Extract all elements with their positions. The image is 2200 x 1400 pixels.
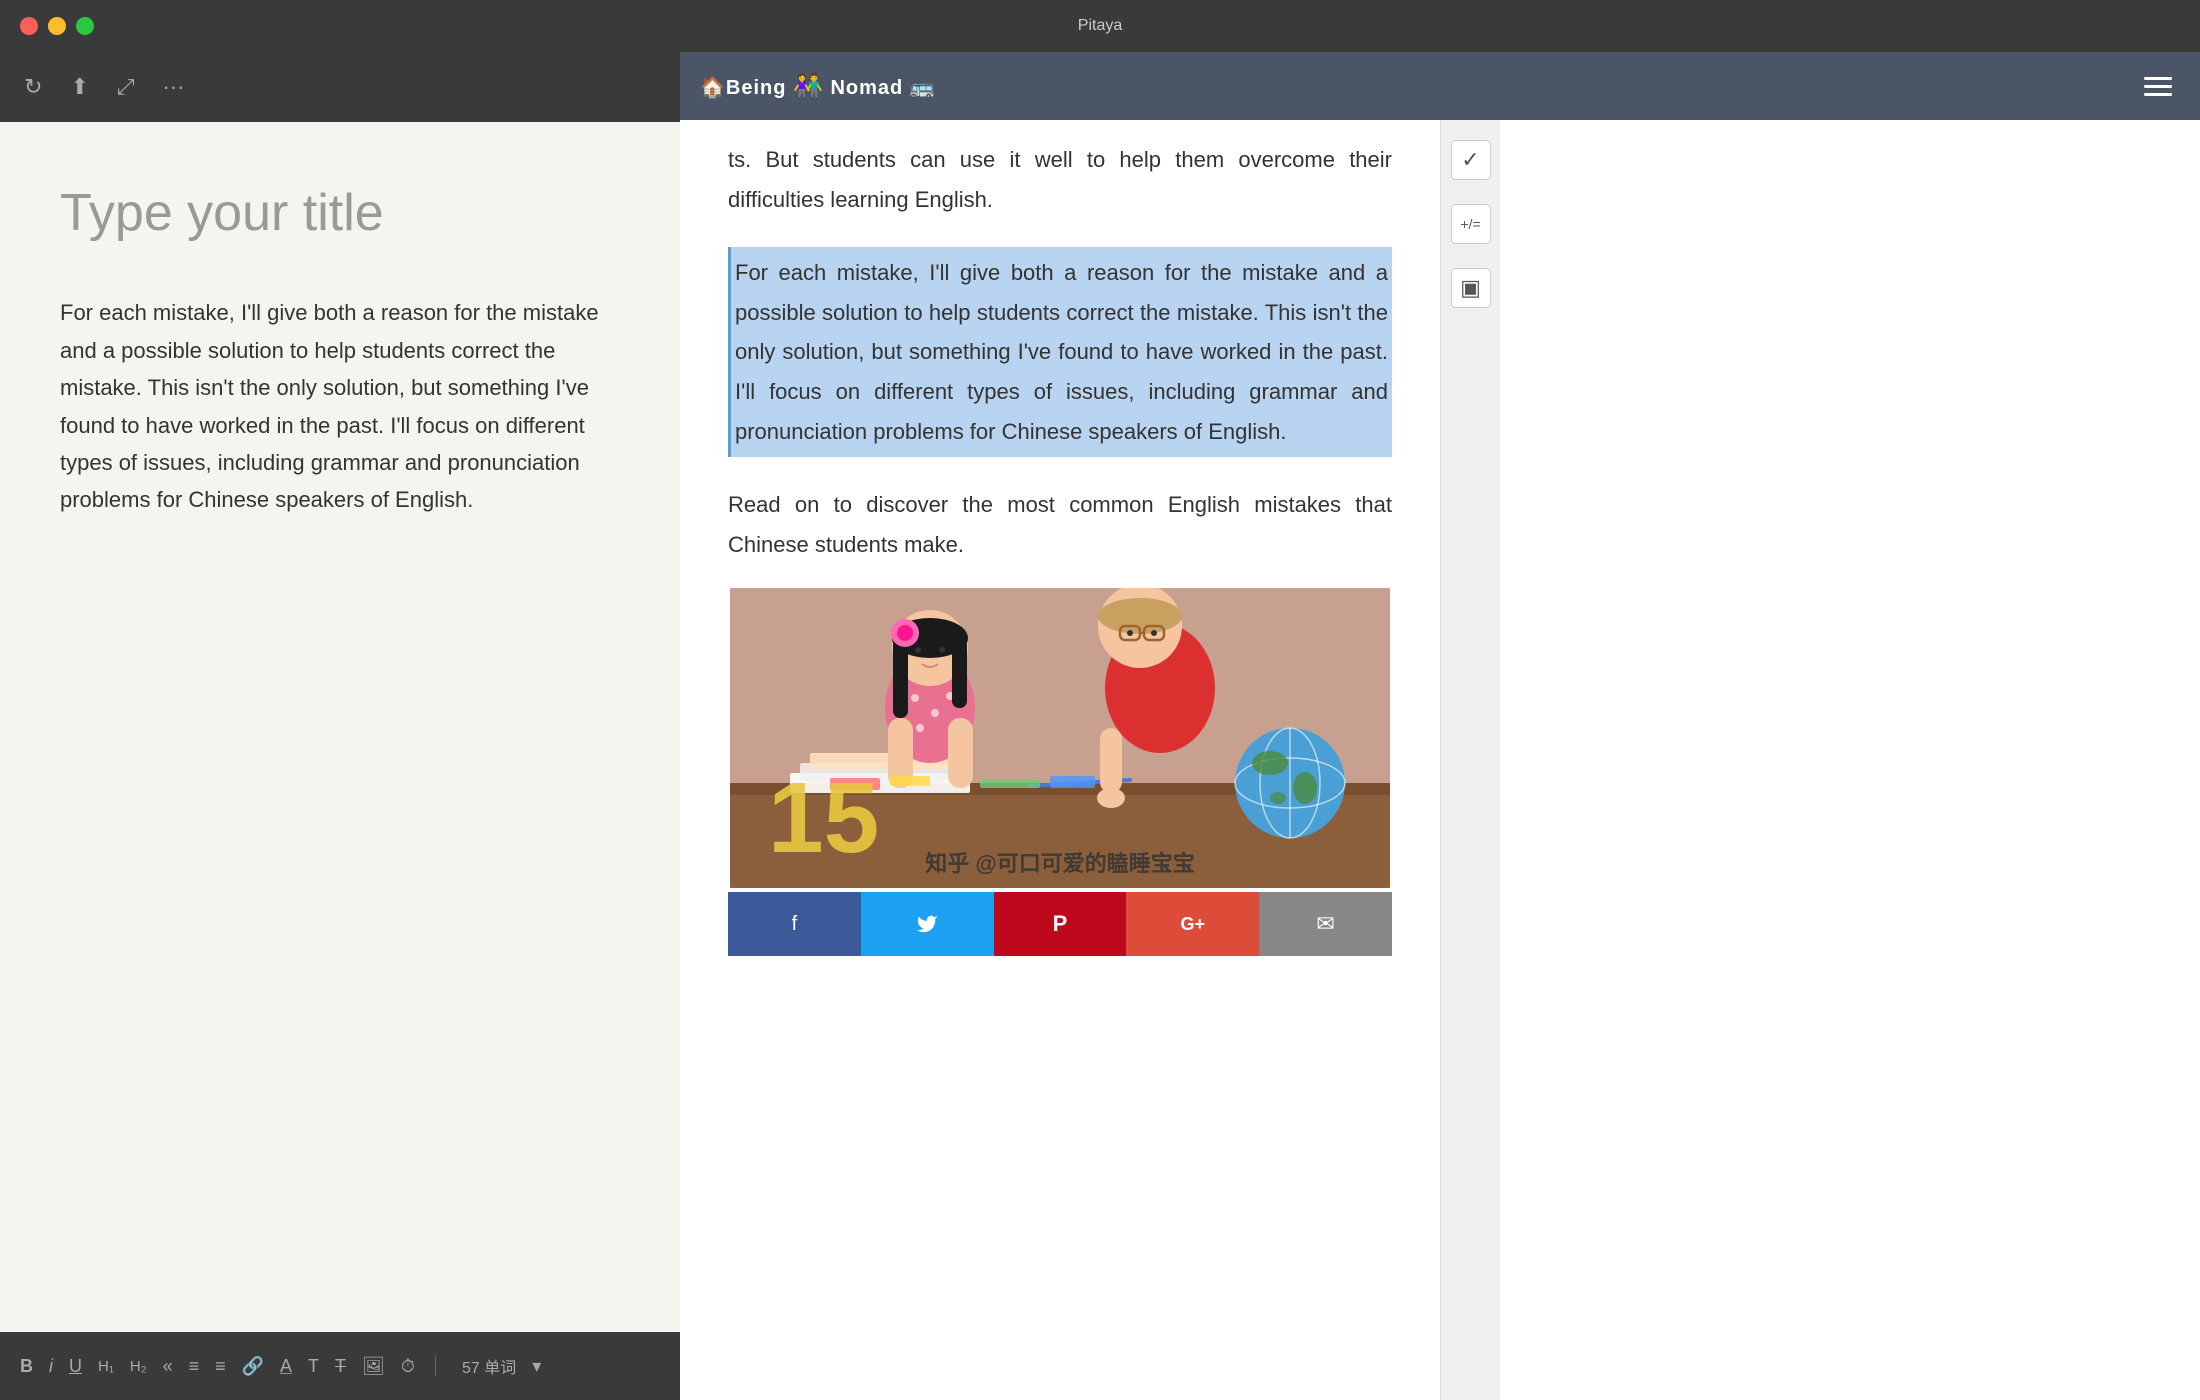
logo-icon-area: 🏠Being 👫 Nomad 🚌 bbox=[700, 72, 936, 101]
minimize-button[interactable] bbox=[48, 17, 66, 35]
word-count-dropdown[interactable]: ▾ bbox=[532, 1356, 541, 1377]
article-image: 15 知乎 @可口可爱的瞌睡宝宝 bbox=[728, 588, 1392, 888]
share-icon[interactable]: ⬆ bbox=[70, 74, 88, 100]
editor-toolbar: ↻ ⬆ ⤢ ··· bbox=[0, 52, 680, 122]
browser-logo: 🏠Being 👫 Nomad 🚌 bbox=[700, 72, 2136, 101]
hamburger-line-2 bbox=[2144, 85, 2172, 88]
article-intro-text: ts. But students can use it well to help… bbox=[728, 140, 1392, 219]
image-button[interactable]: 🖼 bbox=[362, 1356, 385, 1377]
editor-body-text[interactable]: For each mistake, I'll give both a reaso… bbox=[60, 294, 620, 518]
maximize-button[interactable] bbox=[76, 17, 94, 35]
hamburger-menu-button[interactable] bbox=[2136, 69, 2180, 104]
italic-button[interactable]: i bbox=[49, 1356, 53, 1377]
clock-button[interactable]: ⏱ bbox=[401, 1356, 415, 1377]
article-intro-content: ts. But students can use it well to help… bbox=[728, 147, 1392, 212]
right-sidebar: ✓ +/= ▣ bbox=[1440, 120, 1500, 1400]
app-title: Pitaya bbox=[1078, 17, 1122, 35]
editor-title-placeholder[interactable]: Type your title bbox=[60, 182, 620, 244]
checkbox-icon[interactable]: ✓ bbox=[1451, 140, 1491, 180]
number-badge: 15 bbox=[768, 768, 879, 868]
title-bar: Pitaya bbox=[0, 0, 2200, 52]
quote-button[interactable]: « bbox=[163, 1356, 173, 1377]
window-controls bbox=[20, 17, 94, 35]
word-count: 57 单词 bbox=[462, 1354, 516, 1378]
article-highlighted-paragraph: For each mistake, I'll give both a reaso… bbox=[728, 247, 1392, 457]
bold-button[interactable]: B bbox=[20, 1356, 33, 1377]
hamburger-line-1 bbox=[2144, 77, 2172, 80]
browser-topbar: 🏠Being 👫 Nomad 🚌 bbox=[680, 52, 2200, 120]
link-button[interactable]: 🔗 bbox=[242, 1356, 264, 1377]
strikethrough-button[interactable]: T bbox=[335, 1356, 346, 1377]
hamburger-line-3 bbox=[2144, 93, 2172, 96]
refresh-icon[interactable]: ↻ bbox=[24, 74, 42, 100]
browser-body: ts. But students can use it well to help… bbox=[680, 120, 2200, 1400]
editor-content[interactable]: Type your title For each mistake, I'll g… bbox=[0, 122, 680, 1332]
twitter-share-button[interactable] bbox=[861, 892, 994, 956]
logo-text: 🏠Being 👫 Nomad 🚌 bbox=[700, 72, 936, 101]
bullet-list-button[interactable]: ≡ bbox=[189, 1356, 200, 1377]
formula-icon[interactable]: +/= bbox=[1451, 204, 1491, 244]
fullscreen-icon[interactable]: ⤢ bbox=[117, 74, 135, 100]
email-share-button[interactable]: ✉ bbox=[1259, 892, 1392, 956]
more-icon[interactable]: ··· bbox=[162, 74, 184, 100]
underline-button[interactable]: U bbox=[69, 1356, 82, 1377]
h1-button[interactable]: H₁ bbox=[98, 1358, 114, 1375]
format-separator bbox=[435, 1356, 436, 1376]
social-share-bar: f P G+ ✉ bbox=[728, 892, 1392, 956]
ordered-list-button[interactable]: ≡ bbox=[215, 1356, 226, 1377]
h2-button[interactable]: H₂ bbox=[130, 1358, 147, 1375]
main-layout: ↻ ⬆ ⤢ ··· Type your title For each mista… bbox=[0, 52, 2200, 1400]
article-area: ts. But students can use it well to help… bbox=[680, 120, 1440, 1400]
browser-panel: 🏠Being 👫 Nomad 🚌 ts. But students can us… bbox=[680, 52, 2200, 1400]
zhihu-watermark: 知乎 @可口可爱的瞌睡宝宝 bbox=[925, 846, 1195, 878]
close-button[interactable] bbox=[20, 17, 38, 35]
text-color-button[interactable]: A bbox=[280, 1356, 292, 1377]
pinterest-share-button[interactable]: P bbox=[994, 892, 1127, 956]
format-bar: B i U H₁ H₂ « ≡ ≡ 🔗 A T T 🖼 ⏱ 57 单词 ▾ bbox=[0, 1332, 680, 1400]
font-t-button[interactable]: T bbox=[308, 1356, 319, 1377]
editor-panel: ↻ ⬆ ⤢ ··· Type your title For each mista… bbox=[0, 52, 680, 1400]
article-read-on-text: Read on to discover the most common Engl… bbox=[728, 485, 1392, 564]
stamp-icon[interactable]: ▣ bbox=[1451, 268, 1491, 308]
gplus-share-button[interactable]: G+ bbox=[1126, 892, 1259, 956]
facebook-share-button[interactable]: f bbox=[728, 892, 861, 956]
